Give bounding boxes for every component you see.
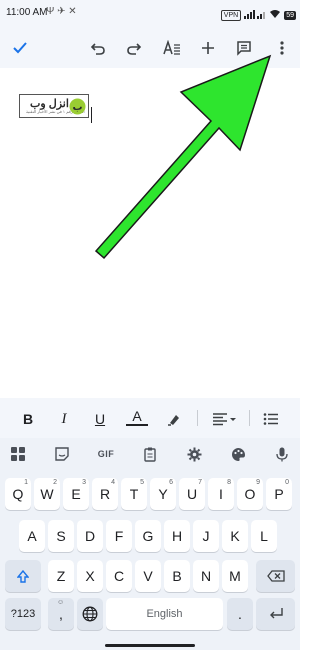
key-w[interactable]: W2 bbox=[34, 478, 60, 510]
shift-arrow-icon bbox=[17, 569, 29, 583]
key-q[interactable]: Q1 bbox=[5, 478, 31, 510]
key-i[interactable]: I8 bbox=[208, 478, 234, 510]
key-u[interactable]: U7 bbox=[179, 478, 205, 510]
comma-emoji-key[interactable]: , ☺ bbox=[48, 598, 74, 630]
key-l[interactable]: L bbox=[251, 520, 277, 552]
underline-button[interactable]: U bbox=[89, 408, 111, 430]
bold-button[interactable]: B bbox=[17, 408, 39, 430]
format-toolbar: B I U A bbox=[0, 398, 300, 438]
key-n[interactable]: N bbox=[193, 560, 219, 592]
key-k[interactable]: K bbox=[222, 520, 248, 552]
key-v[interactable]: V bbox=[135, 560, 161, 592]
key-m[interactable]: M bbox=[222, 560, 248, 592]
symbols-key[interactable]: ?123 bbox=[5, 598, 41, 630]
key-t[interactable]: T5 bbox=[121, 478, 147, 510]
key-d[interactable]: D bbox=[77, 520, 103, 552]
key-j[interactable]: J bbox=[193, 520, 219, 552]
key-a[interactable]: A bbox=[19, 520, 45, 552]
italic-button[interactable]: I bbox=[53, 408, 75, 430]
bulleted-list-icon[interactable] bbox=[260, 408, 282, 430]
highlight-pen-icon[interactable] bbox=[163, 408, 185, 430]
sticker-icon[interactable] bbox=[51, 444, 73, 464]
key-o[interactable]: O9 bbox=[237, 478, 263, 510]
key-y[interactable]: Y6 bbox=[150, 478, 176, 510]
gif-label: GIF bbox=[97, 449, 115, 459]
key-p[interactable]: P0 bbox=[266, 478, 292, 510]
key-c[interactable]: C bbox=[106, 560, 132, 592]
comma-label: , bbox=[59, 606, 63, 622]
microphone-icon[interactable] bbox=[271, 444, 293, 464]
emoji-hint-icon: ☺ bbox=[57, 599, 65, 606]
gif-button[interactable]: GIF bbox=[95, 444, 117, 464]
shift-key[interactable] bbox=[5, 560, 41, 592]
language-globe-key[interactable] bbox=[77, 598, 103, 630]
key-z[interactable]: Z bbox=[48, 560, 74, 592]
key-g[interactable]: G bbox=[135, 520, 161, 552]
home-indicator[interactable] bbox=[105, 644, 195, 647]
period-key[interactable]: . bbox=[227, 598, 253, 630]
newline-icon bbox=[269, 608, 283, 619]
backspace-key[interactable] bbox=[256, 560, 295, 592]
globe-icon bbox=[82, 606, 98, 622]
settings-gear-icon[interactable] bbox=[183, 444, 205, 464]
keyboard-toolbar: GIF bbox=[0, 438, 300, 470]
theme-palette-icon[interactable] bbox=[227, 444, 249, 464]
align-dropdown-icon[interactable] bbox=[210, 408, 240, 430]
key-h[interactable]: H bbox=[164, 520, 190, 552]
key-b[interactable]: B bbox=[164, 560, 190, 592]
text-color-button[interactable]: A bbox=[126, 408, 148, 426]
format-divider bbox=[197, 410, 198, 426]
backspace-icon bbox=[266, 570, 285, 582]
enter-key[interactable] bbox=[256, 598, 295, 630]
apps-grid-icon[interactable] bbox=[7, 444, 29, 464]
key-s[interactable]: S bbox=[48, 520, 74, 552]
key-x[interactable]: X bbox=[77, 560, 103, 592]
key-e[interactable]: E3 bbox=[63, 478, 89, 510]
key-r[interactable]: R4 bbox=[92, 478, 118, 510]
key-f[interactable]: F bbox=[106, 520, 132, 552]
clipboard-icon[interactable] bbox=[139, 444, 161, 464]
space-bar[interactable]: English bbox=[106, 598, 223, 630]
format-divider bbox=[249, 410, 250, 426]
soft-keyboard: GIF Q1 W2 E3 R4 T5 Y6 U7 I8 O9 P0 A S D … bbox=[0, 438, 300, 650]
